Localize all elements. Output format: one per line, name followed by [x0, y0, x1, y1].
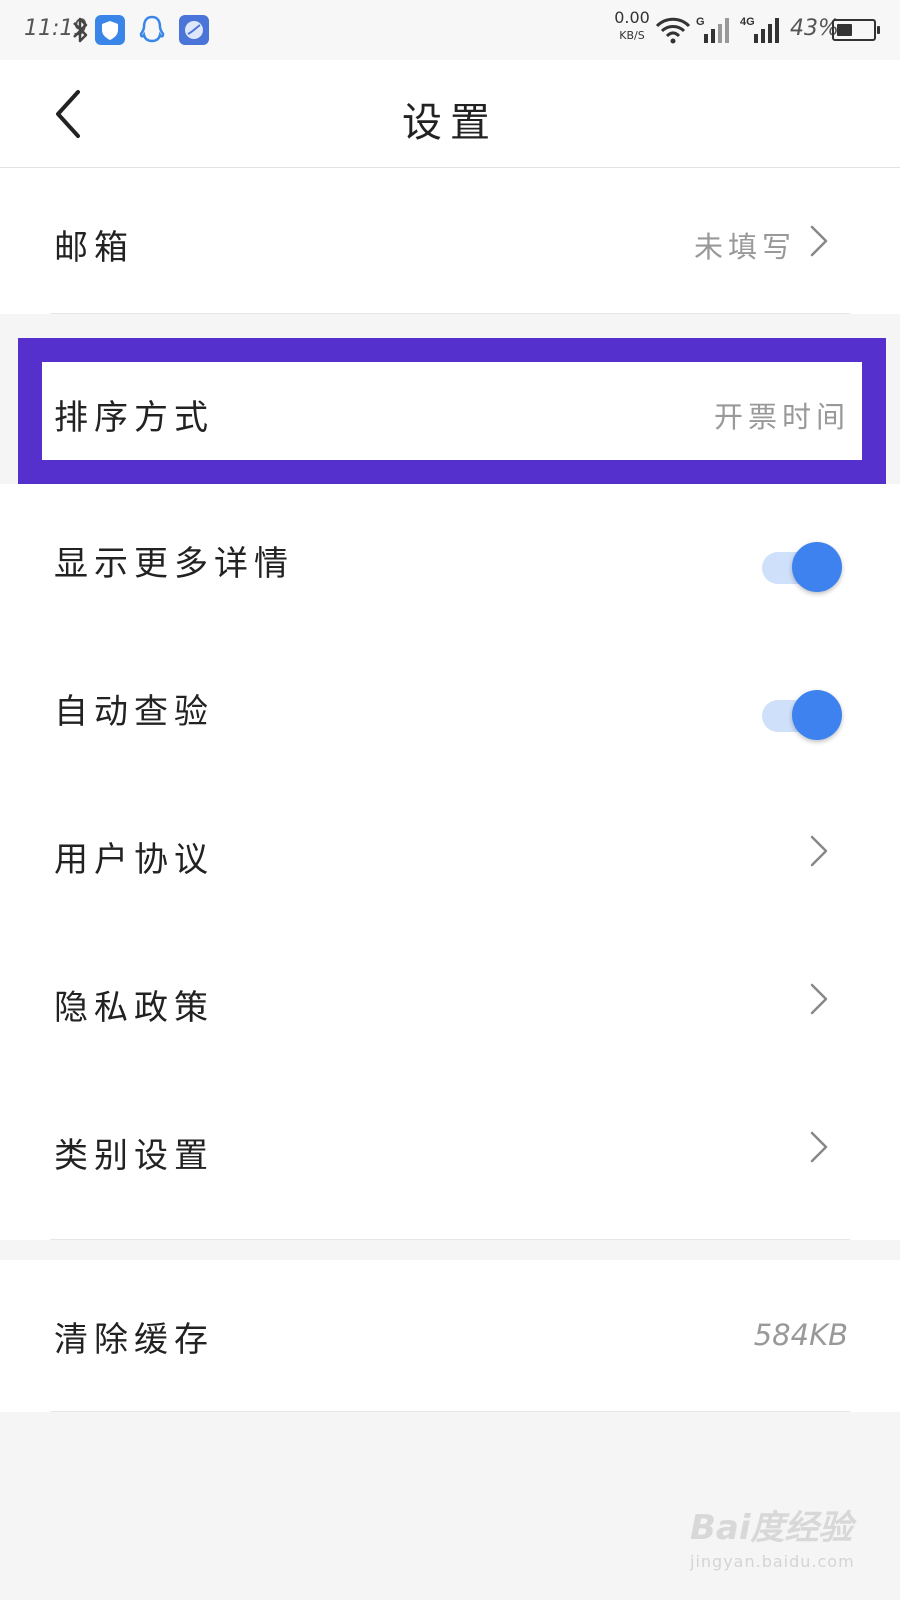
shield-app-icon: [95, 15, 125, 45]
network-speed-unit: KB/S: [619, 29, 645, 42]
settings-screen: 11:19 0.00 KB/S G 4G 43% 设置 邮箱 未填写 排序方式 …: [0, 0, 900, 1600]
battery-fill: [837, 24, 852, 36]
privacy-policy-label: 隐私政策: [54, 988, 214, 1028]
page-title: 设置: [402, 100, 498, 146]
qq-icon: [139, 15, 165, 43]
status-bar: 11:19 0.00 KB/S G 4G 43%: [0, 0, 900, 60]
divider: [50, 313, 850, 314]
top-navigation-bar: 设置: [0, 60, 900, 168]
toggle-knob: [792, 542, 842, 592]
section-storage: 清除缓存 584KB: [0, 1260, 900, 1412]
chevron-right-icon: [810, 983, 828, 1015]
signal-g-label: G: [696, 16, 705, 28]
category-settings-row[interactable]: 类别设置: [0, 1082, 900, 1230]
clear-cache-label: 清除缓存: [54, 1320, 214, 1360]
show-details-label: 显示更多详情: [54, 544, 294, 584]
section-preferences: 显示更多详情 自动查验 用户协议 隐私政策 类别设置: [0, 484, 900, 1240]
auto-check-toggle[interactable]: [762, 690, 842, 742]
network-speed: 0.00 KB/S: [612, 8, 652, 42]
email-label: 邮箱: [54, 228, 134, 268]
divider: [50, 1239, 850, 1240]
chevron-right-icon: [810, 1131, 828, 1163]
user-agreement-label: 用户协议: [54, 840, 214, 880]
network-speed-value: 0.00: [614, 8, 650, 27]
wifi-icon: [655, 17, 691, 44]
chevron-right-icon: [810, 225, 828, 257]
sort-order-value: 开票时间: [713, 400, 850, 434]
category-settings-label: 类别设置: [54, 1136, 214, 1176]
email-row[interactable]: 邮箱 未填写: [0, 168, 900, 314]
browser-app-icon: [179, 15, 209, 45]
signal-g-icon: G: [696, 16, 729, 43]
divider: [50, 1411, 850, 1412]
clear-cache-row[interactable]: 清除缓存 584KB: [0, 1260, 900, 1412]
watermark: Bai度经验 jingyan.baidu.com: [690, 1500, 860, 1590]
show-details-toggle[interactable]: [762, 542, 842, 594]
bluetooth-icon: [73, 17, 88, 43]
signal-4g-icon: 4G: [740, 16, 779, 43]
chevron-right-icon: [810, 835, 828, 867]
auto-check-label: 自动查验: [54, 692, 214, 732]
sort-order-row[interactable]: 排序方式 开票时间: [42, 362, 862, 460]
email-value: 未填写: [693, 230, 796, 264]
battery-icon: [832, 19, 880, 41]
toggle-knob: [792, 690, 842, 740]
signal-4g-label: 4G: [740, 16, 755, 28]
watermark-url: jingyan.baidu.com: [690, 1552, 855, 1571]
show-details-row: 显示更多详情: [0, 490, 900, 638]
privacy-policy-row[interactable]: 隐私政策: [0, 934, 900, 1082]
watermark-logo: Bai度经验: [690, 1508, 853, 1548]
section-account: 邮箱 未填写: [0, 168, 900, 314]
auto-check-row: 自动查验: [0, 638, 900, 786]
cache-size-value: 584KB: [753, 1318, 848, 1352]
sort-order-label: 排序方式: [54, 398, 214, 438]
user-agreement-row[interactable]: 用户协议: [0, 786, 900, 934]
